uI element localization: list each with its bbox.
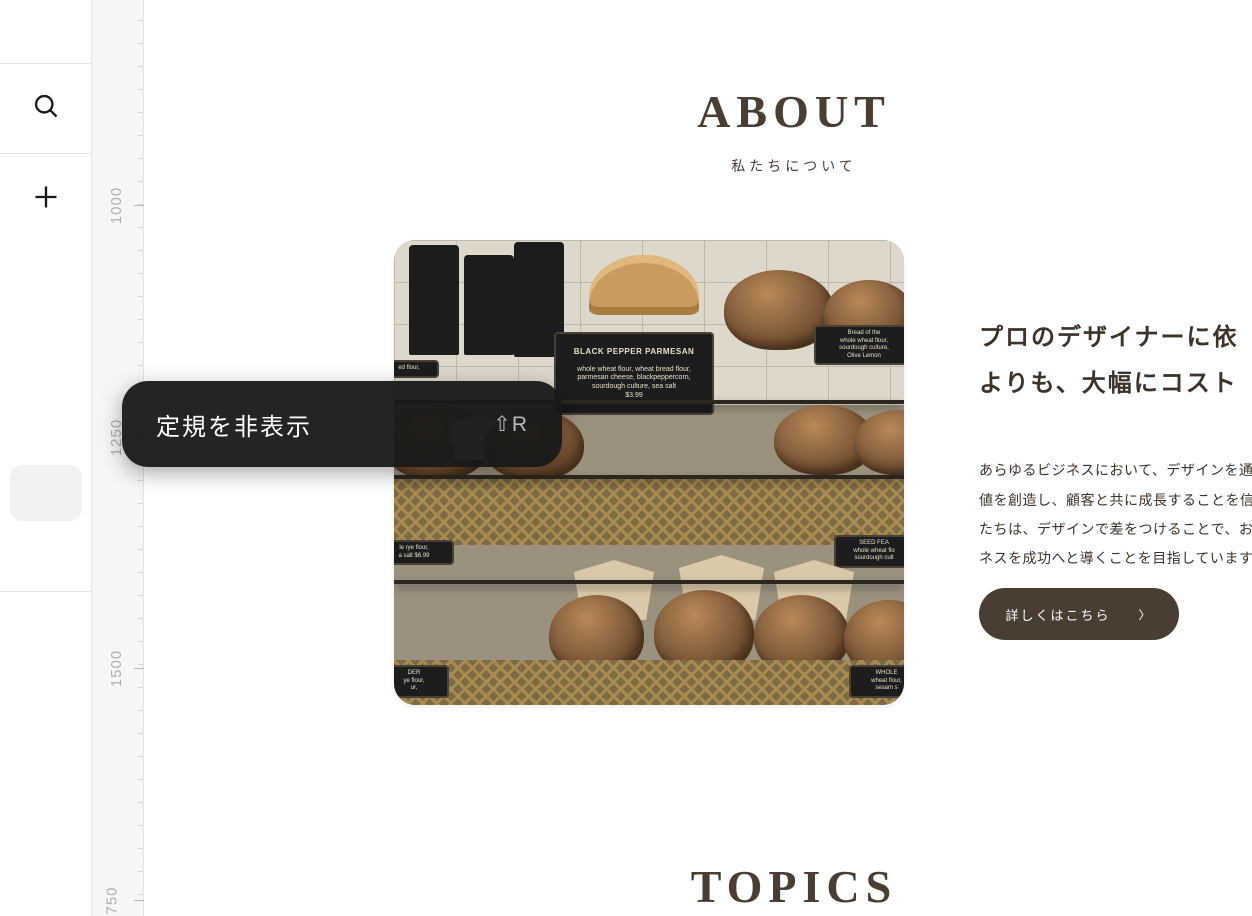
add-button[interactable]: [0, 154, 91, 244]
tooltip-shortcut: ⇧R: [493, 412, 528, 437]
chalk-sign: le rye flour, a salt $6.99: [394, 540, 454, 565]
toolbar-empty-top: [0, 0, 91, 64]
chalk-sign: WHOLE wheat flour, sesam s: [849, 665, 904, 698]
about-title: ABOUT: [244, 85, 1252, 138]
left-toolbar: [0, 0, 92, 916]
about-lead: プロのデザイナーに依 よりも、大幅にコスト: [979, 315, 1252, 406]
chalk-sign: ed flour,: [394, 360, 439, 378]
chalk-sign: Bread of the whole wheat flour, sourdoug…: [814, 325, 904, 365]
search-button[interactable]: [0, 64, 91, 154]
topics-title: TOPICS: [244, 860, 1252, 913]
chalk-sign: SEED FEA whole wheat flo sourdough cult: [834, 535, 904, 568]
about-body: あらゆるビジネスにおいて、デザインを通 値を創造し、顧客と共に成長することを信 …: [979, 456, 1252, 574]
about-text-block: プロのデザイナーに依 よりも、大幅にコスト あらゆるビジネスにおいて、デザインを…: [979, 315, 1252, 574]
about-image[interactable]: ed flour, BLACK PEPPER PARMESAN whole wh…: [394, 240, 904, 705]
toolbar-swatch-2[interactable]: [10, 664, 82, 708]
ruler-label: 750: [104, 886, 121, 914]
cta-label: 詳しくはこちら: [1005, 605, 1110, 624]
toolbar-active-swatch[interactable]: [10, 465, 82, 521]
ruler-label: 1000: [108, 186, 125, 223]
about-cta-button[interactable]: 詳しくはこちら 〉: [979, 588, 1179, 640]
chevron-right-icon: 〉: [1139, 606, 1153, 623]
chalk-sign: DER ye flour, ur,: [394, 665, 449, 698]
bakery-illustration: ed flour, BLACK PEPPER PARMESAN whole wh…: [394, 240, 904, 705]
about-heading-block: ABOUT 私たちについて: [244, 85, 1252, 176]
plus-icon: [32, 183, 60, 216]
toolbar-swatch-1[interactable]: [10, 608, 82, 652]
ruler-label: 1500: [108, 649, 125, 686]
toolbar-divider: [0, 591, 91, 592]
tooltip-label: 定規を非表示: [156, 407, 312, 442]
about-subtitle: 私たちについて: [244, 156, 1252, 176]
hide-rulers-tooltip[interactable]: 定規を非表示 ⇧R: [122, 381, 562, 467]
search-icon: [32, 92, 60, 125]
